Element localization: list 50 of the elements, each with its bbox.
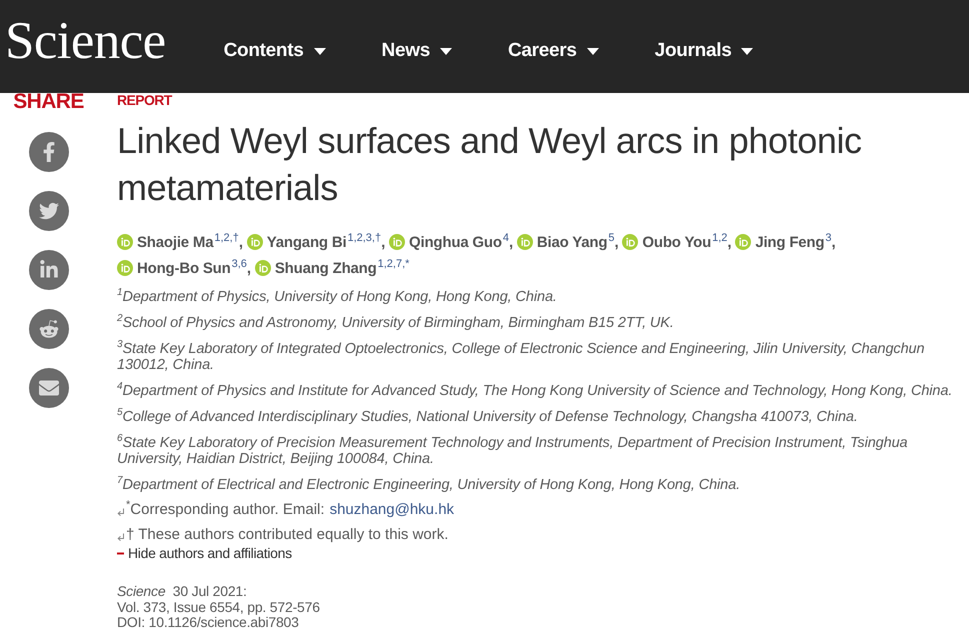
doi-text: DOI: 10.1126/science.abi7803 (117, 615, 300, 628)
affiliation-text: $^{7}$Department of Electrical and Electronic Engineering, University of Hong Kong, Hong Kong, China. (117, 477, 742, 493)
nav-menu-item[interactable]: Contents (224, 40, 326, 62)
author-name[interactable]: Shaojie Ma$^{1,2,†}$, (137, 234, 243, 251)
return-arrow-icon[interactable] (117, 508, 125, 516)
orcid-id-icon[interactable] (389, 234, 406, 250)
email-icon[interactable] (28, 368, 68, 408)
caret-icon (314, 48, 326, 54)
caret-icon (440, 48, 452, 54)
author-name[interactable]: Yangang Bi$^{1,2,3,†}$, (266, 234, 386, 251)
orcid-id-icon[interactable] (735, 234, 752, 250)
nav-menu-item[interactable]: Journals (654, 40, 754, 62)
affiliation-text: $^{3}$State Key Laboratory of Integrated Optoelectronics, College of Electronic Science and Engineering, Jilin University, Changchun 130012, China. (117, 341, 926, 373)
orcid-id-icon[interactable] (246, 234, 263, 250)
affiliation-text: $^{2}$School of Physics and Astronomy, University of Birmingham, Birmingham B15 2TT, UK. (117, 315, 675, 331)
nav-menu-item[interactable]: News (382, 40, 452, 62)
author-name[interactable]: Shuang Zhang$^{1,2,7,*}$ (274, 260, 410, 277)
author-name[interactable]: Qinghua Guo$^{4}$, (409, 234, 513, 251)
orcid-id-icon[interactable] (516, 234, 533, 250)
footnote-text: † These authors contributed equally to this work. (126, 526, 448, 544)
article-type-label: REPORT (117, 93, 174, 107)
publication-date: Science 30 Jul 2021: (117, 584, 248, 600)
return-arrow-icon[interactable] (117, 532, 125, 542)
author-name[interactable]: Biao Yang$^{5}$, (536, 234, 618, 251)
orcid-id-icon[interactable] (117, 234, 133, 250)
orcid-id-icon[interactable] (254, 260, 271, 276)
linkedin-icon[interactable] (28, 250, 68, 290)
affiliation-text: $^{5}$College of Advanced Interdisciplinary Studies, National University of Defense Technology, Changsha 410073, China. (117, 409, 859, 425)
nav-menu-item[interactable]: Careers (508, 40, 599, 62)
caret-icon (741, 48, 754, 54)
facebook-icon[interactable] (28, 132, 68, 172)
twitter-icon[interactable] (28, 191, 68, 231)
author-name[interactable]: Hong-Bo Sun$^{3,6}$, (137, 260, 251, 277)
author-name[interactable]: Jing Feng$^{3}$, (755, 234, 836, 251)
site-logo[interactable]: Science (5, 15, 166, 68)
volume-issue-pages: Vol. 373, Issue 6554, pp. 572-576 (117, 600, 321, 615)
orcid-id-icon[interactable] (117, 260, 133, 276)
hide-authors-toggle[interactable]: Hide authors and affiliations (117, 545, 292, 562)
email-link[interactable]: shuzhang@hku.hk (330, 501, 454, 519)
share-heading: SHARE (13, 93, 84, 111)
author-name[interactable]: Oubo You$^{1,2}$, (642, 234, 732, 251)
footnote-text: $^{*}$Corresponding author. Email: (126, 501, 325, 519)
minus-icon (117, 550, 124, 557)
article-title: Linked Weyl surfaces and Weyl arcs in photonic metamaterials (117, 119, 863, 210)
affiliation-text: $^{4}$Department of Physics and Institute for Advanced Study, The Hong Kong University of Science and Technology, Hong Kong, China. (117, 383, 954, 399)
affiliation-text: $^{1}$Department of Physics, University of Hong Kong, Hong Kong, China. (117, 289, 558, 305)
caret-icon (586, 48, 599, 54)
orcid-id-icon[interactable] (622, 234, 638, 250)
reddit-icon[interactable] (28, 309, 68, 349)
affiliation-text: $^{6}$State Key Laboratory of Precision Measurement Technology and Instruments, Department of Precision Instrument, Tsinghua University, Haidian District, Beijing 100084, China. (117, 435, 909, 467)
